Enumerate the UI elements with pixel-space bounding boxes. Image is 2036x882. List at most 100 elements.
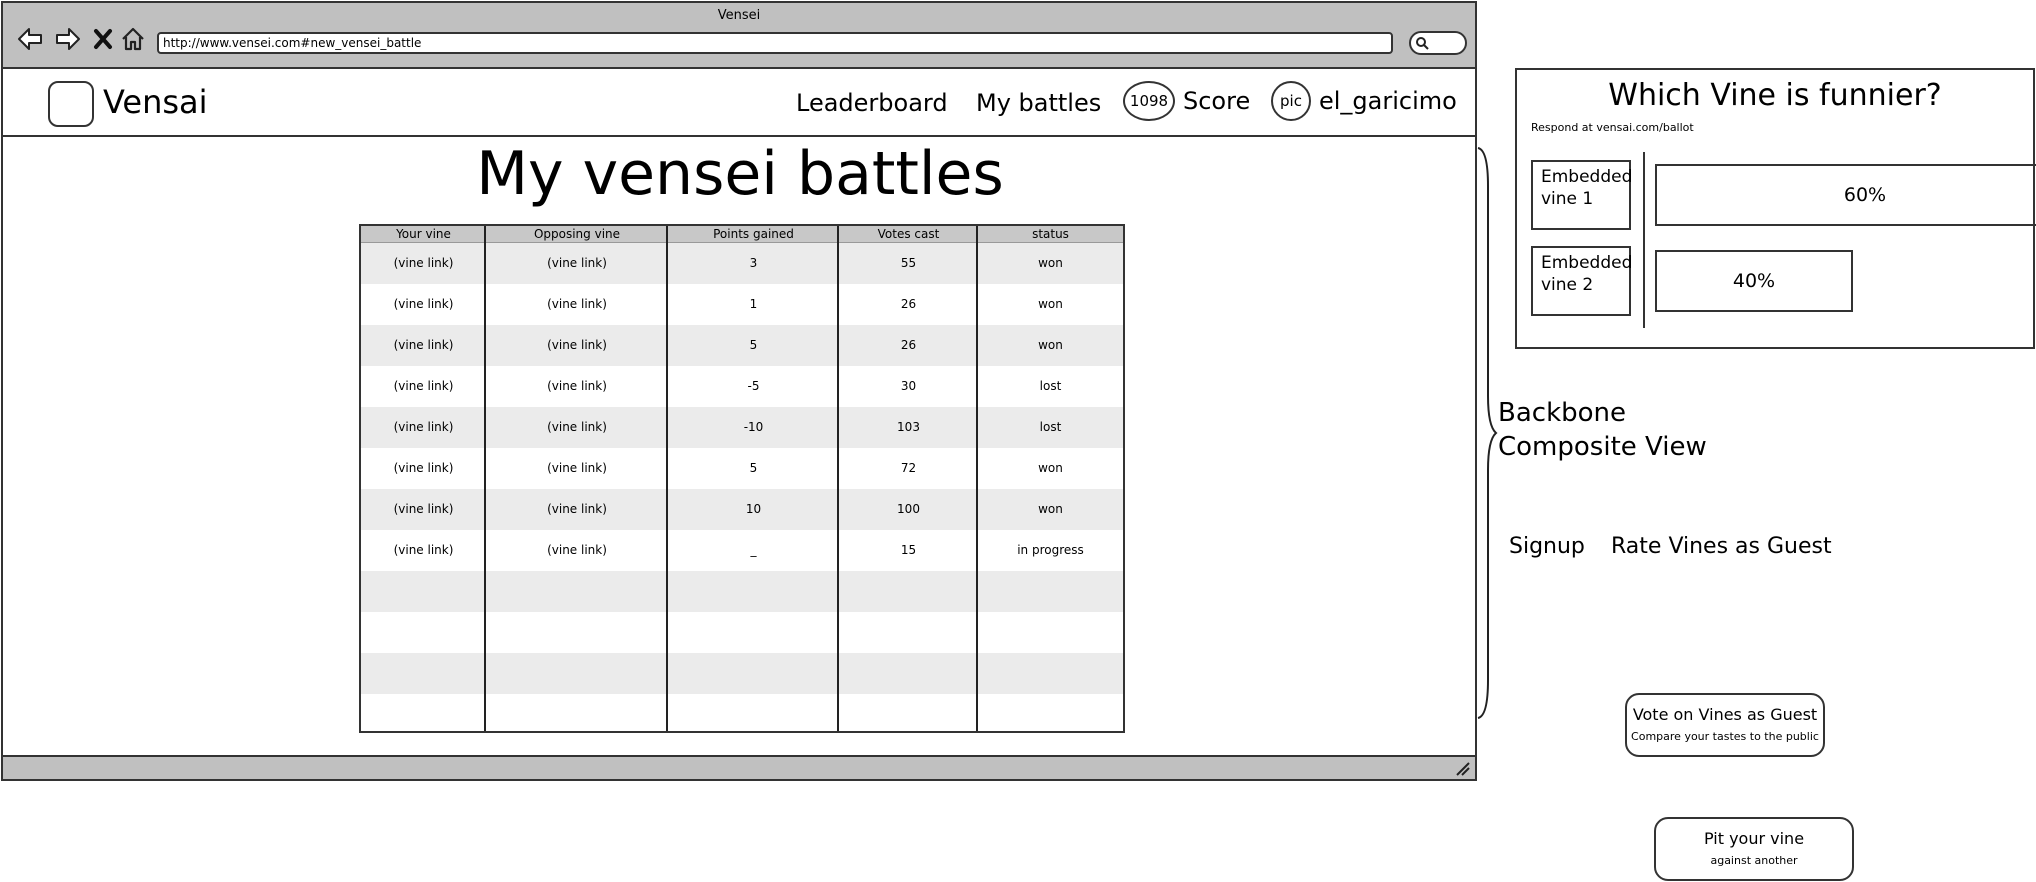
browser-search-field[interactable] [1409, 31, 1467, 55]
opposing-vine-link[interactable]: (vine link) [486, 325, 668, 366]
opposing-vine-link [486, 571, 668, 612]
home-icon[interactable] [119, 25, 147, 53]
column-divider [666, 226, 668, 731]
points-gained-cell: -5 [747, 379, 760, 393]
table-row: (vine link) (vine link) 5 26 won [361, 325, 1123, 366]
points-gained-cell [668, 612, 839, 653]
embedded-vine-2[interactable]: Embedded vine 2 [1531, 246, 1632, 316]
table-row [361, 612, 1123, 653]
your-vine-link[interactable]: (vine link) [361, 284, 486, 325]
column-header[interactable]: Your vine [361, 226, 486, 242]
your-vine-link[interactable]: (vine link) [361, 243, 486, 284]
table-row [361, 571, 1123, 612]
score-label: Score [1183, 87, 1251, 115]
status-cell: won [1038, 256, 1063, 270]
table-row: (vine link) (vine link) 1 26 won [361, 284, 1123, 325]
column-header[interactable]: Votes cast [839, 226, 978, 242]
votes-cast-cell: 100 [897, 502, 920, 516]
points-gained-cell: -10 [743, 420, 764, 434]
opposing-vine-link[interactable]: (vine link) [486, 407, 668, 448]
your-vine-link[interactable]: (vine link) [361, 489, 486, 530]
curly-brace-annotation [1477, 147, 1498, 719]
pit-your-vine-button[interactable]: Pit your vine against another [1654, 817, 1854, 881]
your-vine-link[interactable]: (vine link) [361, 448, 486, 489]
column-divider [484, 226, 486, 731]
votes-cast-cell: 26 [900, 338, 917, 352]
votes-cast-cell: 72 [900, 461, 917, 475]
embedded-vine-1[interactable]: Embedded vine 1 [1531, 160, 1632, 230]
column-divider [837, 226, 839, 731]
opposing-vine-link[interactable]: (vine link) [486, 448, 668, 489]
username-link[interactable]: el_garicimo [1319, 87, 1457, 115]
opposing-vine-link[interactable]: (vine link) [486, 284, 668, 325]
table-row: (vine link) (vine link) 5 72 won [361, 448, 1123, 489]
opposing-vine-link [486, 612, 668, 653]
status-cell [978, 612, 1123, 653]
your-vine-link[interactable]: (vine link) [361, 407, 486, 448]
status-cell [978, 694, 1123, 731]
votes-cast-cell [839, 612, 978, 653]
button-label: Pit your vine [1703, 829, 1805, 848]
opposing-vine-link[interactable]: (vine link) [486, 530, 668, 571]
points-gained-cell: 5 [749, 461, 758, 475]
column-divider [976, 226, 978, 731]
points-gained-cell: _ [750, 543, 757, 557]
table-body: (vine link) (vine link) 3 55 won (vine link)(… [361, 243, 1123, 731]
battles-table: Your vine Opposing vine Points gained Vo… [359, 224, 1125, 733]
table-header: Your vine Opposing vine Points gained Vo… [361, 226, 1123, 243]
browser-window: Vensei http://www.vensei.com#new_vensei_… [1, 1, 1477, 781]
points-gained-cell: 5 [749, 338, 758, 352]
app-header: Vensai Leaderboard My battles 1098 Score… [3, 69, 1475, 137]
status-cell: won [1038, 502, 1063, 516]
opposing-vine-link[interactable]: (vine link) [486, 366, 668, 407]
stop-x-icon[interactable] [89, 25, 117, 53]
points-gained-cell: 1 [749, 297, 758, 311]
ballot-title: Which Vine is funnier? [1608, 78, 1942, 113]
resize-grip-icon[interactable] [1453, 759, 1471, 777]
table-row: (vine link) (vine link) -5 30 lost [361, 366, 1123, 407]
your-vine-link [361, 653, 486, 694]
your-vine-link [361, 571, 486, 612]
status-cell [978, 653, 1123, 694]
votes-cast-cell [839, 694, 978, 731]
vote-as-guest-button[interactable]: Vote on Vines as Guest Compare your tast… [1625, 693, 1825, 757]
nav-leaderboard[interactable]: Leaderboard [796, 89, 948, 117]
logo-text[interactable]: Vensai [103, 83, 208, 121]
button-sublabel: against another [1710, 854, 1798, 867]
your-vine-link[interactable]: (vine link) [361, 530, 486, 571]
points-gained-cell [668, 571, 839, 612]
search-icon [1416, 37, 1429, 50]
opposing-vine-link [486, 653, 668, 694]
vote-bar-vine-1[interactable]: 60% [1655, 164, 2036, 226]
back-arrow-icon[interactable] [17, 25, 45, 53]
backbone-annotation: Backbone Composite View [1498, 396, 1707, 464]
votes-cast-cell: 30 [900, 379, 917, 393]
ballot-subtitle: Respond at vensai.com/ballot [1531, 121, 1694, 134]
logo-icon[interactable] [48, 81, 94, 127]
signup-link[interactable]: Signup [1509, 534, 1585, 559]
column-header[interactable]: Opposing vine [486, 226, 668, 242]
status-cell: won [1038, 297, 1063, 311]
your-vine-link[interactable]: (vine link) [361, 366, 486, 407]
nav-my-battles[interactable]: My battles [976, 89, 1101, 117]
opposing-vine-link[interactable]: (vine link) [486, 243, 668, 284]
url-input[interactable]: http://www.vensei.com#new_vensei_battle [157, 32, 1393, 54]
column-header[interactable]: status [978, 226, 1123, 242]
forward-arrow-icon[interactable] [53, 25, 81, 53]
rate-as-guest-link[interactable]: Rate Vines as Guest [1611, 534, 1832, 559]
table-row [361, 653, 1123, 694]
table-row [361, 694, 1123, 731]
points-gained-cell [668, 694, 839, 731]
backbone-label: Backbone [1498, 398, 1627, 428]
vote-bar-vine-2[interactable]: 40% [1655, 250, 1853, 312]
your-vine-link[interactable]: (vine link) [361, 325, 486, 366]
ballot-widget: Which Vine is funnier? Respond at vensai… [1515, 68, 2036, 349]
button-label: Vote on Vines as Guest [1632, 705, 1818, 724]
opposing-vine-link[interactable]: (vine link) [486, 489, 668, 530]
ballot-divider [1643, 152, 1645, 328]
page-title: My vensei battles [476, 139, 1004, 209]
column-header[interactable]: Points gained [668, 226, 839, 242]
status-cell: lost [1039, 379, 1062, 393]
points-gained-cell: 3 [749, 256, 758, 270]
avatar[interactable]: pic [1271, 81, 1311, 121]
